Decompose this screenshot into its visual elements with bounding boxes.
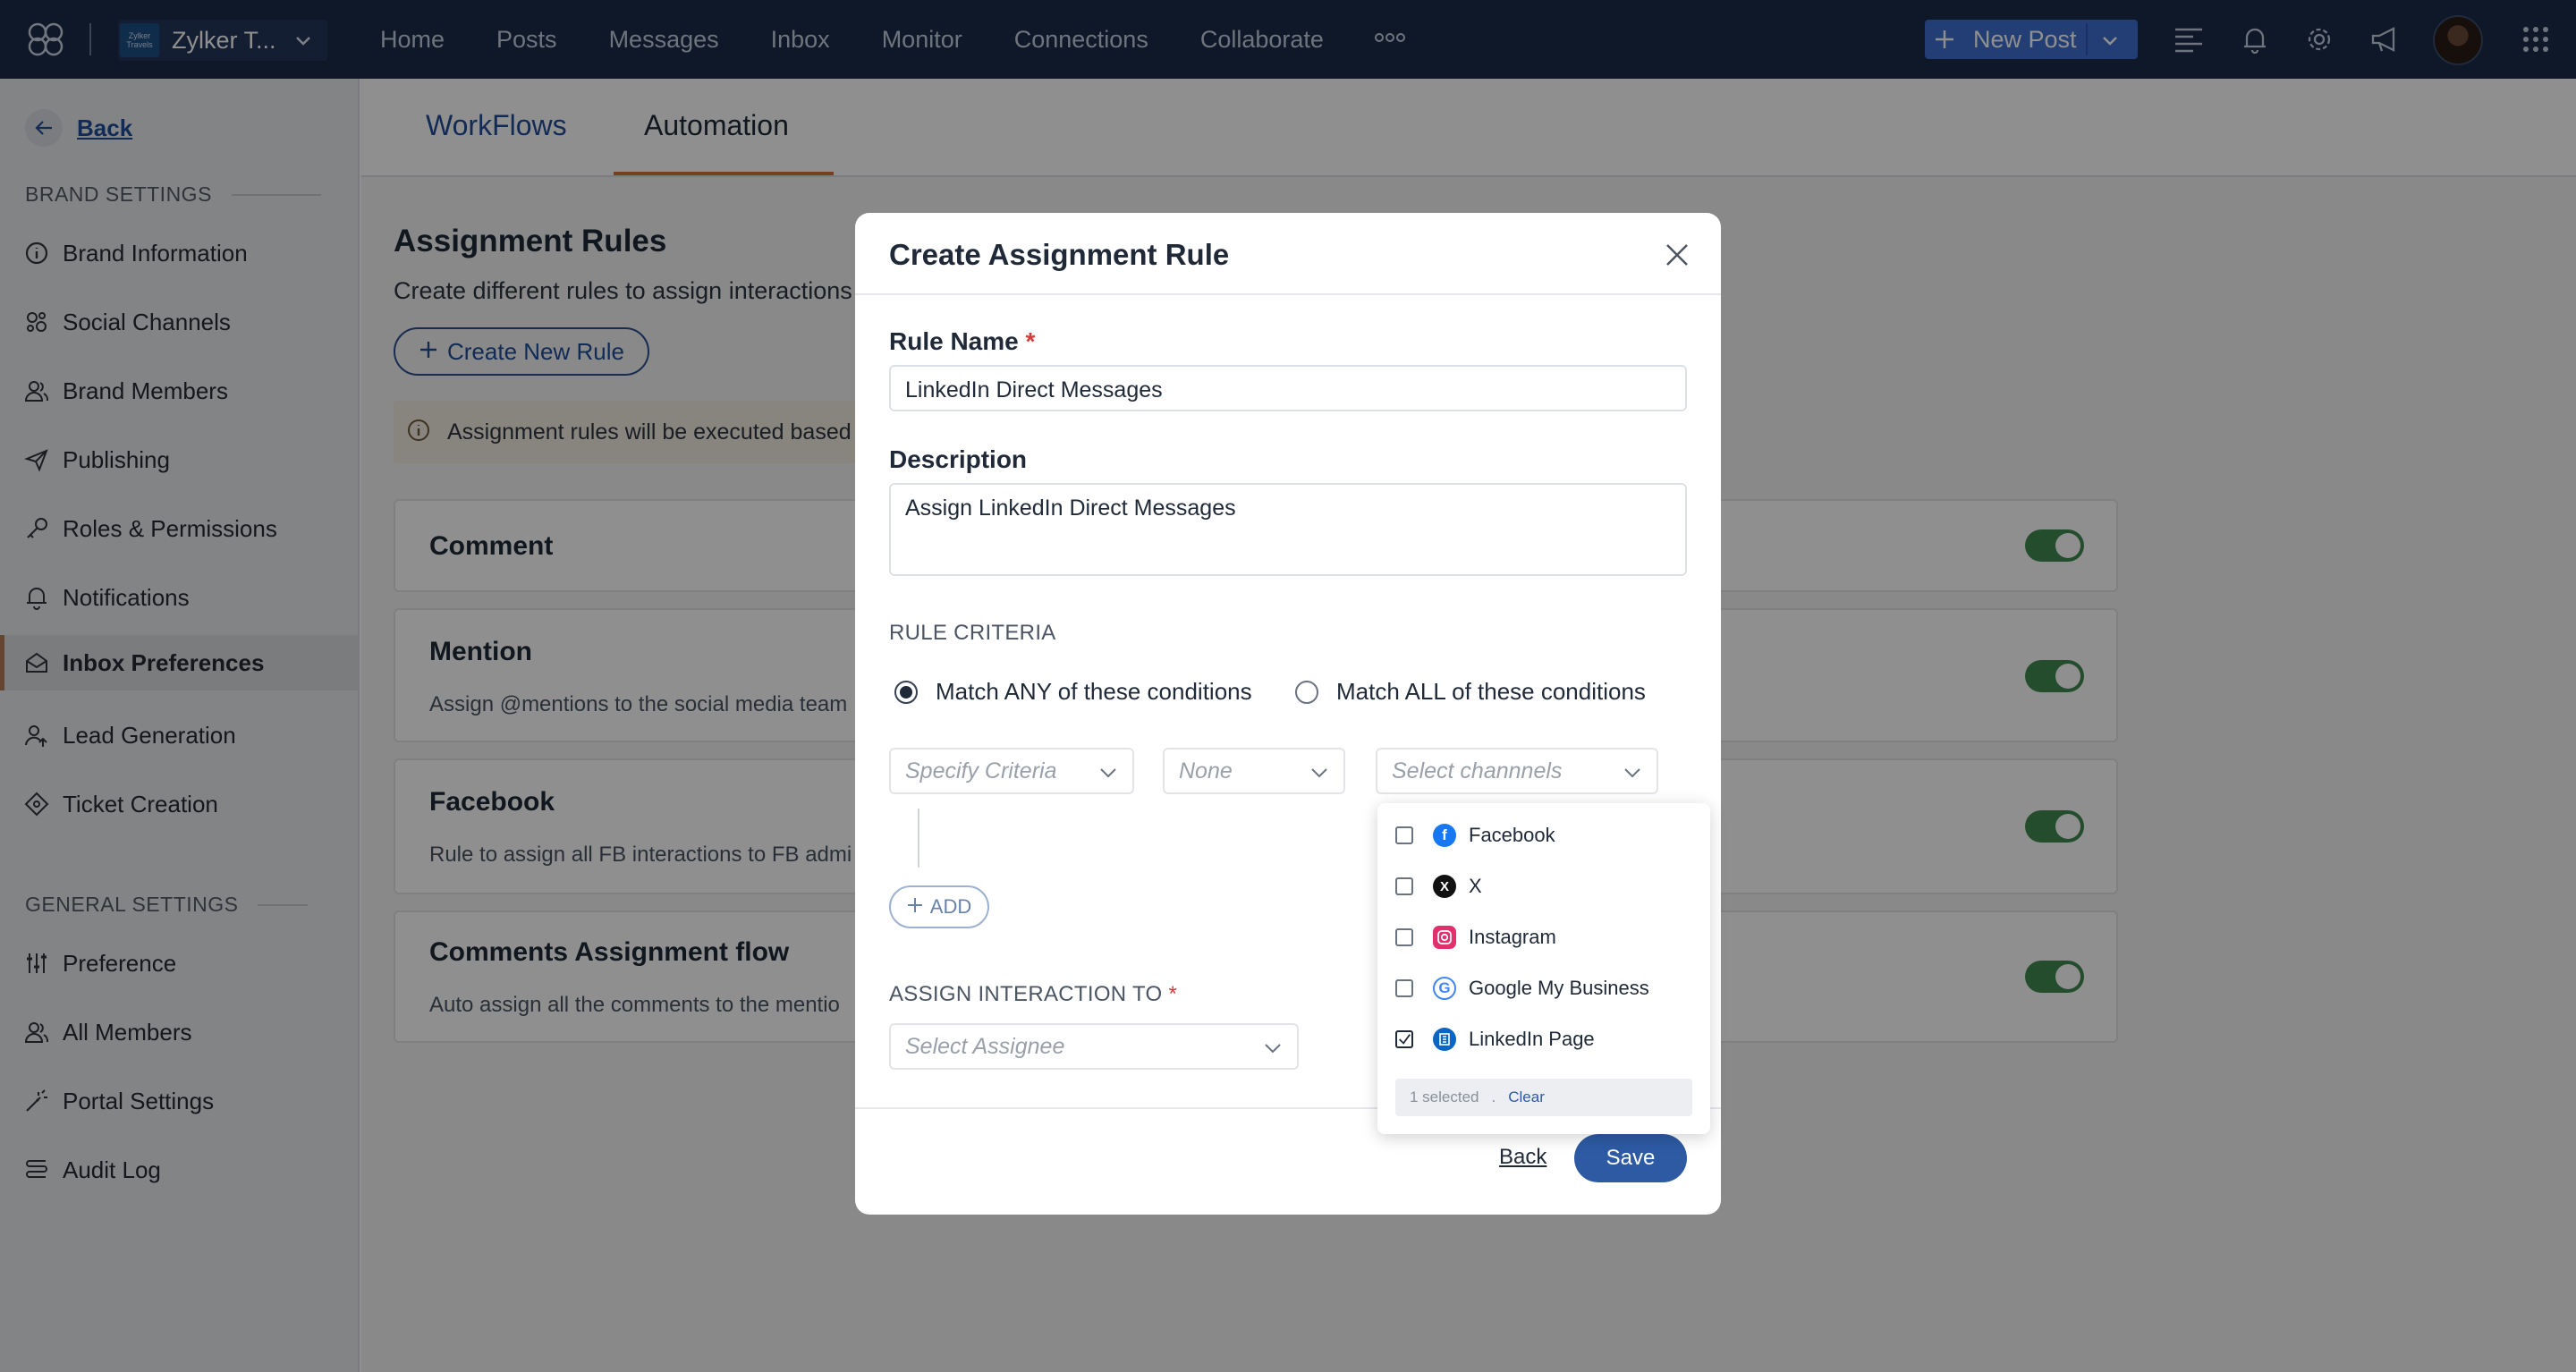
separator-dot: . — [1491, 1088, 1496, 1105]
checkbox[interactable] — [1395, 877, 1413, 895]
linkedin-page-icon — [1433, 1028, 1456, 1051]
channels-dropdown: f Facebook X X Instagram G Google My Bus… — [1377, 803, 1710, 1134]
channel-option-x[interactable]: X X — [1395, 868, 1482, 904]
match-any-option[interactable]: Match ANY of these conditions — [894, 678, 1252, 706]
clear-selection-link[interactable]: Clear — [1508, 1088, 1545, 1106]
rule-name-label: Rule Name * — [889, 327, 1035, 356]
back-button[interactable]: Back — [1499, 1145, 1546, 1170]
channel-option-label: LinkedIn Page — [1469, 1028, 1595, 1050]
match-all-option[interactable]: Match ALL of these conditions — [1295, 678, 1646, 706]
criteria-connector-line — [918, 809, 919, 868]
add-criteria-button[interactable]: ADD — [889, 885, 989, 928]
chevron-down-icon — [1263, 1038, 1283, 1064]
assign-interaction-heading: ASSIGN INTERACTION TO * — [889, 982, 1177, 1007]
checkbox[interactable] — [1395, 979, 1413, 997]
assignee-select[interactable]: Select Assignee — [889, 1023, 1299, 1070]
channel-option-instagram[interactable]: Instagram — [1395, 919, 1556, 955]
selection-summary: 1 selected . Clear — [1395, 1079, 1692, 1116]
match-any-label: Match ANY of these conditions — [936, 678, 1252, 705]
x-icon: X — [1433, 875, 1456, 898]
channel-option-label: X — [1469, 875, 1482, 897]
criteria-select-value: Specify Criteria — [905, 758, 1057, 783]
operator-select[interactable]: None — [1163, 748, 1345, 794]
criteria-select[interactable]: Specify Criteria — [889, 748, 1134, 794]
channel-option-label: Facebook — [1469, 824, 1555, 846]
close-icon[interactable] — [1664, 241, 1690, 268]
description-label: Description — [889, 445, 1028, 473]
instagram-icon — [1433, 926, 1456, 949]
channel-option-google-my-business[interactable]: G Google My Business — [1395, 970, 1649, 1006]
rule-name-label-text: Rule Name — [889, 327, 1019, 355]
channel-option-label: Instagram — [1469, 926, 1556, 948]
selected-count: 1 selected — [1410, 1088, 1479, 1105]
rule-criteria-heading: RULE CRITERIA — [889, 621, 1056, 645]
assign-interaction-text: ASSIGN INTERACTION TO — [889, 982, 1163, 1006]
channels-select-value: Select channnels — [1392, 758, 1563, 783]
assignee-select-value: Select Assignee — [905, 1033, 1065, 1059]
description-textarea[interactable]: Assign LinkedIn Direct Messages — [889, 483, 1687, 576]
match-any-radio[interactable] — [894, 680, 918, 704]
match-all-radio[interactable] — [1295, 680, 1318, 704]
required-mark: * — [1168, 982, 1178, 1006]
rule-name-input[interactable]: LinkedIn Direct Messages — [889, 365, 1687, 411]
dialog-title: Create Assignment Rule — [889, 238, 1230, 271]
channel-option-linkedin-page[interactable]: LinkedIn Page — [1395, 1021, 1595, 1057]
checkbox[interactable] — [1395, 826, 1413, 844]
save-button[interactable]: Save — [1574, 1134, 1687, 1182]
chevron-down-icon — [1098, 763, 1118, 789]
channel-option-label: Google My Business — [1469, 977, 1649, 999]
checkbox[interactable] — [1395, 928, 1413, 946]
required-mark: * — [1025, 327, 1036, 355]
operator-select-value: None — [1179, 758, 1233, 783]
match-all-label: Match ALL of these conditions — [1336, 678, 1646, 705]
chevron-down-icon — [1623, 763, 1642, 789]
checkbox-checked[interactable] — [1395, 1030, 1413, 1048]
dialog-header-divider — [855, 293, 1721, 295]
facebook-icon: f — [1433, 824, 1456, 847]
channels-select[interactable]: Select channnels — [1376, 748, 1658, 794]
chevron-down-icon — [1309, 763, 1329, 789]
plus-icon — [907, 895, 923, 919]
channel-option-facebook[interactable]: f Facebook — [1395, 817, 1555, 853]
google-icon: G — [1433, 977, 1456, 1000]
add-criteria-label: ADD — [929, 895, 972, 918]
